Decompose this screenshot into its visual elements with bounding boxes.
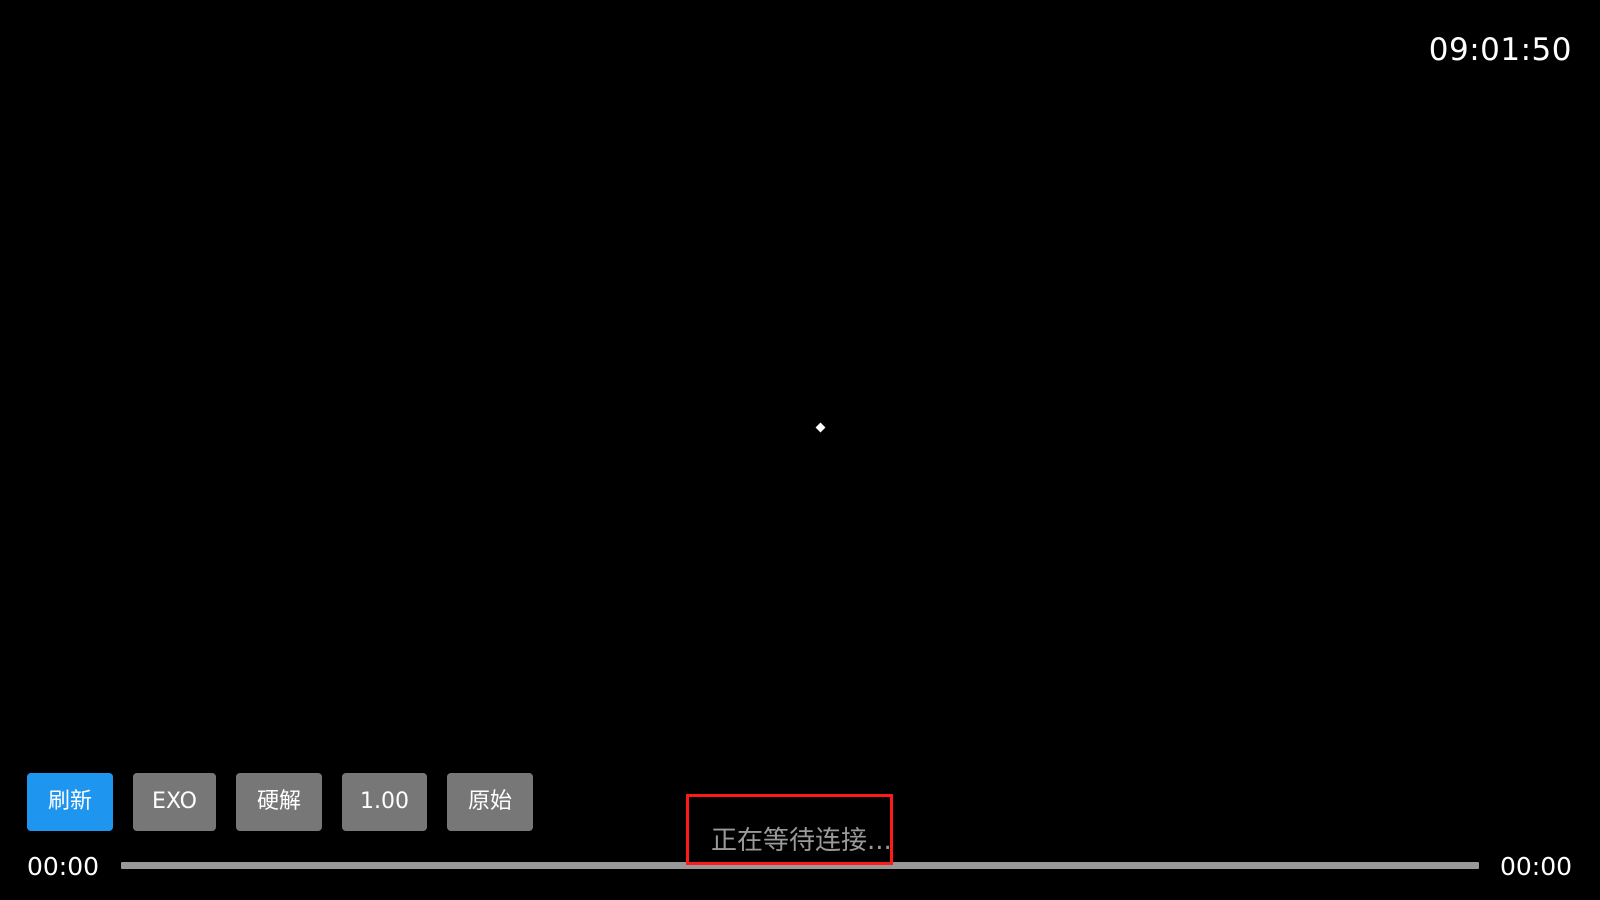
connection-status-text: 正在等待连接... xyxy=(711,826,892,856)
aspect-ratio-button[interactable]: 原始 xyxy=(447,773,533,831)
total-time-label: 00:00 xyxy=(1499,852,1572,881)
loading-spinner-icon xyxy=(815,422,826,433)
playback-speed-button[interactable]: 1.00 xyxy=(342,773,427,831)
refresh-button[interactable]: 刷新 xyxy=(27,773,113,831)
current-time-label: 00:00 xyxy=(27,852,100,881)
player-engine-button[interactable]: EXO xyxy=(133,773,216,831)
system-clock: 09:01:50 xyxy=(1428,32,1572,68)
video-player-screen[interactable]: 09:01:50 刷新 EXO 硬解 1.00 原始 00:00 00:00 正… xyxy=(0,0,1600,900)
decoder-mode-button[interactable]: 硬解 xyxy=(236,773,322,831)
